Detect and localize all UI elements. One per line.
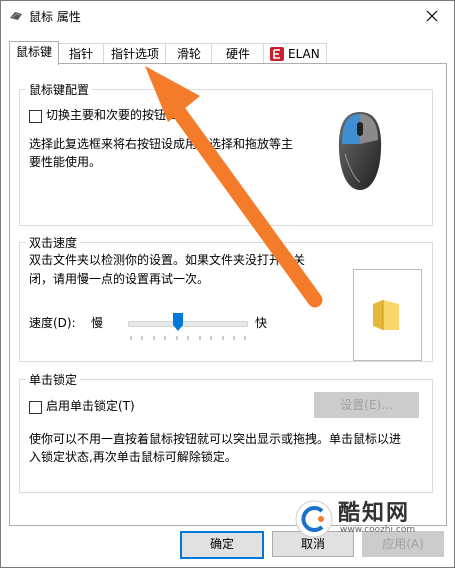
- button-config-description: 选择此复选框来将右按钮设成用于选择和拖放等主要性能使用。: [29, 137, 294, 169]
- double-click-description-2: 闭，请用慢一点的设置再试一次。: [29, 272, 210, 286]
- switch-buttons-checkbox[interactable]: [29, 110, 42, 123]
- mouse-properties-window: 鼠标 属性 鼠标键 指针 指针选项 滑轮 硬件 ELAN 鼠标键配置 切换主要和…: [0, 0, 455, 568]
- click-lock-enable-label[interactable]: 启用单击锁定(T): [46, 397, 135, 415]
- tab-pointers[interactable]: 指针: [57, 43, 105, 64]
- speed-slider-thumb[interactable]: [172, 313, 183, 331]
- click-lock-description-1: 使你可以不用一直按着鼠标按钮就可以突出显示或拖拽。单击鼠标以进: [29, 432, 402, 446]
- tab-buttons[interactable]: 鼠标键: [9, 41, 59, 65]
- tab-label: 滑轮: [176, 47, 201, 61]
- speed-slider-ticks: [130, 336, 246, 340]
- tab-elan[interactable]: ELAN: [263, 43, 327, 64]
- window-title: 鼠标 属性: [29, 10, 81, 24]
- button-config-label: 鼠标键配置: [26, 81, 93, 98]
- tab-label: 鼠标键: [15, 45, 52, 59]
- speed-slider-track[interactable]: [128, 321, 248, 327]
- coozhi-logo-icon: [295, 500, 333, 538]
- tab-label: 硬件: [225, 47, 250, 61]
- mouse-app-icon: [10, 12, 22, 20]
- click-lock-checkbox[interactable]: [29, 401, 42, 414]
- tab-hardware[interactable]: 硬件: [211, 43, 265, 64]
- elan-logo-icon: [270, 47, 284, 61]
- watermark-url: www.coozhi.com: [340, 525, 416, 535]
- test-folder-box[interactable]: [353, 269, 422, 361]
- speed-label: 速度(D):: [29, 316, 76, 330]
- slow-label: 慢: [91, 316, 104, 330]
- folder-icon[interactable]: [371, 298, 401, 332]
- title-bar: 鼠标 属性: [1, 1, 454, 31]
- tab-wheel[interactable]: 滑轮: [165, 43, 213, 64]
- tab-label: 指针: [68, 47, 93, 61]
- click-lock-settings-button[interactable]: 设置(E)...: [314, 392, 419, 418]
- close-button[interactable]: [410, 1, 454, 31]
- ok-button[interactable]: 确定: [180, 531, 264, 559]
- double-click-label: 双击速度: [26, 234, 81, 251]
- click-lock-description-2: 入锁定状态,再次单击鼠标可解除锁定。: [29, 450, 237, 464]
- tab-strip: 鼠标键 指针 指针选项 滑轮 硬件 ELAN: [9, 41, 446, 65]
- click-lock-label: 单击锁定: [26, 371, 81, 388]
- fast-label: 快: [255, 316, 268, 330]
- watermark: 酷知网 www.coozhi.com: [294, 495, 434, 543]
- close-icon: [426, 10, 438, 22]
- tab-label: ELAN: [288, 47, 320, 61]
- tab-label: 指针选项: [110, 47, 159, 61]
- watermark-name: 酷知网: [338, 501, 411, 526]
- tab-panel: 鼠标键配置 切换主要和次要的按钮(S) 选择此复选框来将右按钮设成用于选择和拖放…: [9, 63, 447, 526]
- double-click-description-1: 双击文件夹以检测你的设置。如果文件夹没打开或关: [29, 253, 306, 267]
- tab-pointer-options[interactable]: 指针选项: [103, 43, 167, 64]
- mouse-illustration-icon: [338, 112, 382, 190]
- switch-buttons-label[interactable]: 切换主要和次要的按钮(S): [46, 106, 183, 124]
